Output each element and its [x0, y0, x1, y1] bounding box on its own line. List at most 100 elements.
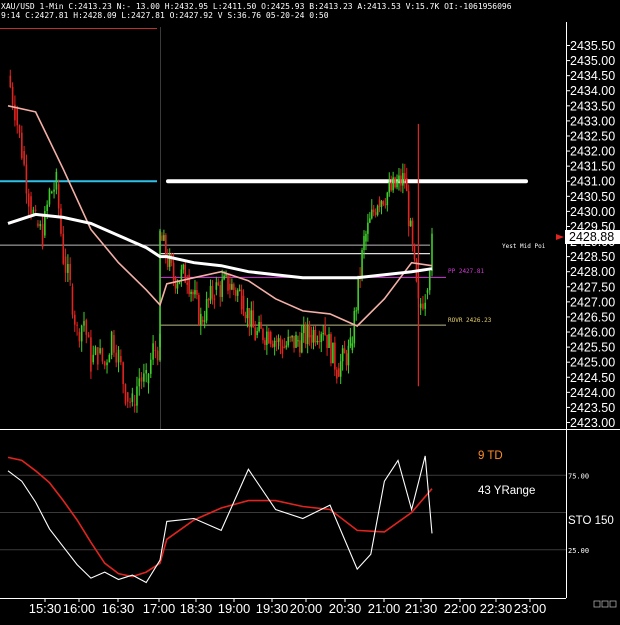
- candle-body: [18, 125, 21, 133]
- price-tick-label: 2425.00: [570, 356, 615, 370]
- osc-tick-label: 25.00: [568, 547, 589, 555]
- candle-body: [229, 283, 231, 290]
- current-price-label: 2428.88: [569, 230, 614, 244]
- candle-body: [9, 75, 12, 87]
- candle-body: [380, 201, 383, 208]
- candle-body: [302, 324, 305, 334]
- candle-body: [295, 334, 297, 348]
- candle-body: [242, 295, 245, 315]
- candle-body: [138, 378, 141, 387]
- candle-body: [25, 164, 28, 194]
- candle-body: [378, 199, 381, 208]
- candle-body: [34, 209, 37, 211]
- time-tick-label: 16:00: [63, 601, 96, 616]
- price-tick-label: 2426.50: [570, 310, 615, 324]
- price-tick-label: 2428.00: [570, 265, 615, 279]
- time-tick-label: 20:00: [290, 601, 323, 616]
- candle-body: [271, 343, 274, 347]
- candle-body: [240, 289, 243, 310]
- price-tick-label: 2427.50: [570, 280, 615, 294]
- candle-body: [21, 132, 23, 159]
- candle-body: [85, 319, 88, 335]
- candle-body: [382, 201, 385, 205]
- td-label: 9 TD: [478, 450, 503, 462]
- candle-body: [192, 291, 194, 295]
- price-tick-label: 2424.50: [570, 371, 615, 385]
- candle-body: [372, 209, 375, 213]
- candle-body: [147, 373, 150, 384]
- candle-body: [198, 294, 200, 325]
- sto-label: STO 150: [568, 515, 614, 527]
- candle-body: [219, 285, 222, 297]
- candle-body: [203, 320, 206, 322]
- rovr-label: ROVR 2426.23: [448, 317, 492, 324]
- candle-body: [297, 340, 299, 342]
- candle-body: [409, 220, 412, 227]
- candle-body: [266, 331, 268, 345]
- candle-body: [131, 393, 134, 403]
- price-axis: 2423.002423.502424.002424.502425.002425.…: [566, 39, 615, 555]
- candle-body: [422, 303, 424, 309]
- time-tick-label: 20:30: [329, 601, 362, 616]
- candle-body: [64, 256, 67, 273]
- candle-body: [90, 337, 92, 372]
- candle-body: [129, 401, 131, 403]
- candle-body: [188, 274, 190, 294]
- candle-body: [76, 324, 78, 326]
- candle-body: [149, 359, 152, 374]
- time-tick-label: 23:00: [514, 601, 547, 616]
- time-tick-label: 22:00: [444, 601, 477, 616]
- candle-body: [215, 282, 218, 290]
- candle-body: [301, 333, 303, 353]
- candle-body: [120, 356, 122, 363]
- candle-body: [41, 224, 44, 247]
- candle-body: [236, 290, 239, 296]
- candle-body: [277, 338, 280, 342]
- candle-body: [398, 175, 400, 182]
- time-tick-label: 19:00: [218, 601, 251, 616]
- price-tick-label: 2427.00: [570, 295, 615, 309]
- candle-body: [161, 235, 163, 241]
- candle-body: [260, 321, 262, 329]
- candle-body: [400, 175, 402, 186]
- price-tick-label: 2430.50: [570, 190, 615, 204]
- candle-body: [165, 235, 167, 257]
- candle-body: [312, 330, 315, 343]
- yest-mid-label: Yest Mid Poi: [502, 243, 546, 250]
- price-tick-label: 2432.00: [570, 145, 615, 159]
- candle-body: [186, 282, 188, 285]
- candle-body: [92, 354, 95, 363]
- price-tick-label: 2424.00: [570, 386, 615, 400]
- candle-body: [396, 181, 398, 188]
- candle-body: [273, 340, 276, 347]
- candle-body: [16, 108, 19, 126]
- price-tick-label: 2433.50: [570, 99, 615, 113]
- candle-body: [62, 233, 65, 264]
- candle-body: [190, 291, 192, 294]
- candle-body: [256, 331, 258, 336]
- candle-body: [32, 209, 35, 214]
- candle-body: [46, 204, 48, 212]
- candle-body: [238, 289, 241, 291]
- candle-body: [48, 189, 51, 205]
- candle-body: [367, 222, 369, 234]
- candle-body: [194, 290, 196, 295]
- window-control-icons[interactable]: [593, 600, 617, 608]
- candle-body: [308, 324, 311, 338]
- candle-body: [339, 361, 342, 377]
- candle-body: [213, 298, 216, 301]
- candle-body: [207, 299, 210, 301]
- price-tick-label: 2435.00: [570, 54, 615, 68]
- candle-body: [172, 262, 175, 280]
- price-tick-label: 2428.50: [570, 250, 615, 264]
- candle-body: [376, 206, 379, 215]
- candle-body: [353, 311, 356, 344]
- candle-body: [343, 348, 346, 354]
- candle-body: [11, 86, 14, 105]
- candle-body: [80, 325, 83, 342]
- candle-body: [152, 343, 154, 360]
- candle-body: [279, 338, 282, 346]
- candle-body: [287, 336, 290, 346]
- candle-body: [53, 189, 55, 192]
- candle-body: [30, 196, 32, 214]
